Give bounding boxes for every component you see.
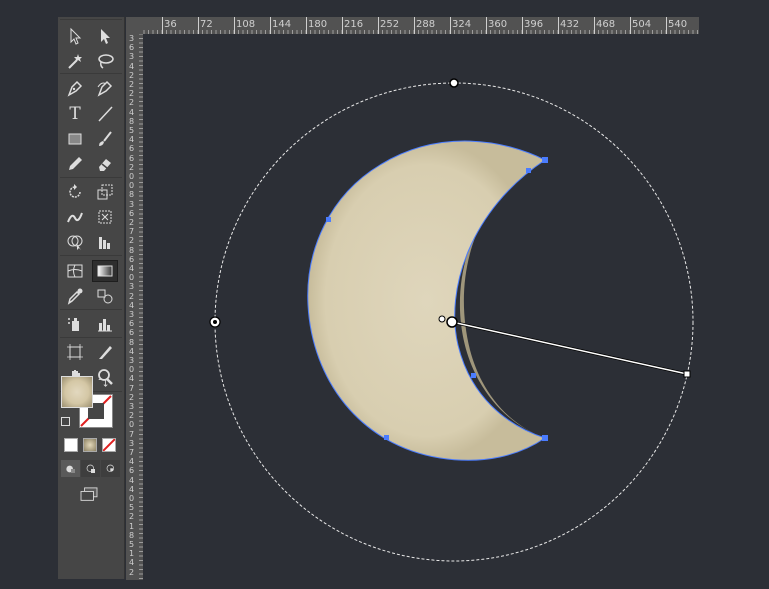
fill-color-swatch[interactable] <box>61 376 93 408</box>
none-mode-button[interactable] <box>102 438 116 452</box>
anchor-point[interactable] <box>326 217 331 222</box>
pen-tool-icon[interactable] <box>62 77 88 99</box>
anchor-point[interactable] <box>384 435 389 440</box>
direct-selection-tool-icon[interactable] <box>92 25 118 47</box>
shape-builder-tool-icon[interactable] <box>62 231 88 253</box>
anchor-point[interactable] <box>542 435 548 441</box>
draw-behind-icon[interactable] <box>81 460 100 477</box>
anchor-point[interactable] <box>526 168 531 173</box>
swap-fill-stroke-icon[interactable] <box>96 375 110 389</box>
draw-normal-icon[interactable] <box>61 460 80 477</box>
anchor-point[interactable] <box>471 373 476 378</box>
gradient-center-handle[interactable] <box>446 316 458 328</box>
magic-wand-tool-icon[interactable] <box>62 50 88 72</box>
draw-inside-icon[interactable] <box>101 460 120 477</box>
blend-tool-icon[interactable] <box>92 285 118 307</box>
artboard-tool-icon[interactable] <box>62 341 88 363</box>
change-screen-mode-icon[interactable] <box>77 485 101 505</box>
anchor-point[interactable] <box>542 157 548 163</box>
line-segment-tool-icon[interactable] <box>92 103 118 125</box>
scale-tool-icon[interactable] <box>92 181 118 203</box>
color-mode-button[interactable] <box>64 438 78 452</box>
gradient-annotator-bar[interactable] <box>451 321 688 375</box>
lasso-tool-icon[interactable] <box>92 50 118 72</box>
gradient-origin-handle[interactable] <box>438 315 446 323</box>
warp-tool-icon[interactable] <box>62 206 88 228</box>
mesh-tool-icon[interactable] <box>62 260 88 282</box>
gradient-aspect-handle[interactable] <box>449 78 459 88</box>
free-transform-tool-icon[interactable] <box>92 206 118 228</box>
moon-crescent-shape[interactable] <box>307 140 547 461</box>
eraser-tool-icon[interactable] <box>92 153 118 175</box>
gradient-tool-icon[interactable] <box>92 260 118 282</box>
column-graph-tool-icon[interactable] <box>92 313 118 335</box>
slice-tool-icon[interactable] <box>92 341 118 363</box>
pencil-tool-icon[interactable] <box>62 153 88 175</box>
symbol-sprayer-tool-icon[interactable] <box>62 313 88 335</box>
rotate-tool-icon[interactable] <box>62 181 88 203</box>
type-tool-icon[interactable]: T <box>62 103 88 125</box>
gradient-end-handle[interactable] <box>683 370 691 378</box>
type-tool-glyph: T <box>69 104 81 124</box>
gradient-radius-handle-dot <box>213 320 217 324</box>
curvature-tool-icon[interactable] <box>92 77 118 99</box>
selection-tool-icon[interactable] <box>62 25 88 47</box>
eyedropper-tool-icon[interactable] <box>62 285 88 307</box>
perspective-grid-tool-icon[interactable] <box>92 231 118 253</box>
default-colors-icon[interactable] <box>61 417 70 426</box>
rectangle-tool-icon[interactable] <box>62 128 88 150</box>
gradient-mode-button[interactable] <box>83 438 97 452</box>
paintbrush-tool-icon[interactable] <box>92 128 118 150</box>
